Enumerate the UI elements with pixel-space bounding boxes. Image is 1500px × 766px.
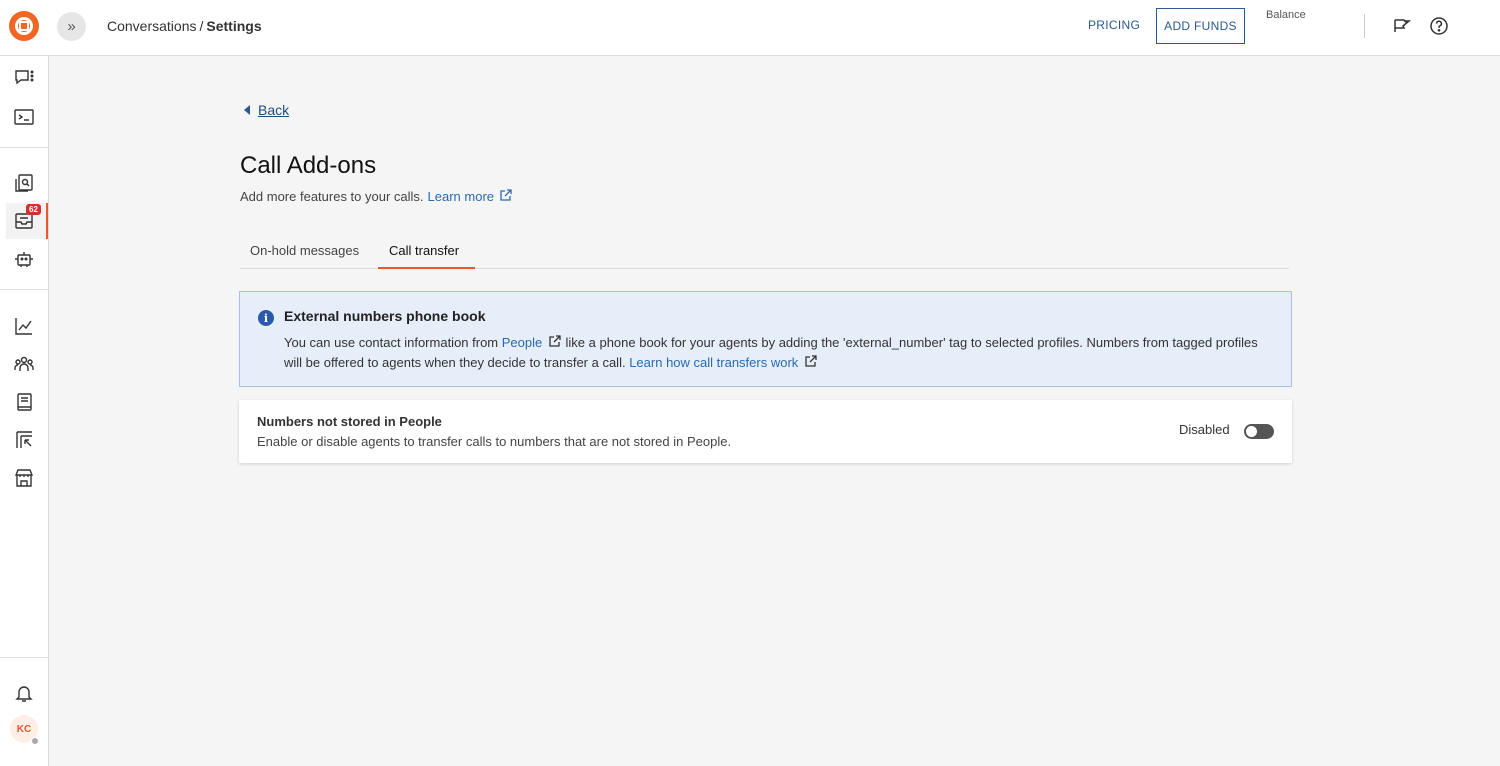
logo[interactable]	[9, 11, 39, 41]
external-link-icon[interactable]	[804, 354, 818, 373]
conversations-icon[interactable]	[12, 66, 36, 90]
store-icon[interactable]	[12, 466, 36, 490]
setting-toggle[interactable]	[1244, 424, 1274, 439]
inbox-badge: 62	[26, 204, 41, 215]
expand-sidebar-button[interactable]: »	[57, 12, 86, 41]
announcements-icon[interactable]	[1392, 16, 1412, 36]
info-banner: i External numbers phone book You can us…	[239, 291, 1292, 387]
breadcrumb-current: Settings	[206, 18, 262, 34]
analytics-icon[interactable]	[12, 314, 36, 338]
breadcrumb-parent[interactable]: Conversations	[107, 18, 197, 34]
external-link-icon[interactable]	[548, 334, 562, 353]
page-title: Call Add-ons	[240, 152, 377, 179]
divider	[1364, 14, 1365, 38]
tab-call-transfer[interactable]: Call transfer	[378, 239, 475, 269]
info-title: External numbers phone book	[284, 308, 486, 324]
setting-status: Disabled	[1179, 422, 1230, 437]
page-subtitle: Add more features to your calls. Learn m…	[240, 188, 513, 205]
tab-bar: On-hold messages Call transfer	[240, 239, 1289, 269]
top-bar: » Conversations / Settings PRICING ADD FUN…	[0, 0, 1500, 56]
info-icon: i	[258, 310, 274, 326]
info-text: You can use contact information from Peo…	[284, 333, 1274, 373]
sidebar: 62 KC	[0, 56, 49, 766]
breadcrumb: Conversations / Settings	[107, 18, 262, 34]
external-link-icon[interactable]	[499, 188, 513, 205]
subtitle-text: Add more features to your calls.	[240, 189, 424, 204]
tab-call-transfer-label: Call transfer	[389, 243, 460, 258]
setting-card: Numbers not stored in People Enable or d…	[239, 400, 1292, 463]
search-docs-icon[interactable]	[12, 171, 36, 195]
setting-description: Enable or disable agents to transfer cal…	[257, 434, 732, 449]
learn-call-transfers-link[interactable]: Learn how call transfers work	[629, 355, 798, 370]
back-link[interactable]: Back	[244, 102, 289, 118]
exports-icon[interactable]	[12, 428, 36, 452]
toggle-knob	[1246, 426, 1257, 437]
add-funds-button[interactable]: ADD FUNDS	[1156, 8, 1245, 44]
back-label: Back	[258, 102, 290, 118]
help-icon[interactable]	[1429, 16, 1449, 36]
pricing-link[interactable]: PRICING	[1088, 18, 1140, 32]
learn-more-link[interactable]: Learn more	[428, 189, 494, 204]
people-icon[interactable]	[12, 352, 36, 376]
bell-icon[interactable]	[12, 681, 36, 705]
balance-label: Balance	[1266, 9, 1306, 21]
breadcrumb-separator: /	[199, 18, 204, 34]
people-link[interactable]: People	[502, 335, 542, 350]
tab-on-hold-messages[interactable]: On-hold messages	[250, 243, 359, 258]
double-chevron-right-icon: »	[67, 18, 76, 35]
bot-icon[interactable]	[12, 247, 36, 271]
setting-title: Numbers not stored in People	[257, 414, 442, 429]
terminal-icon[interactable]	[12, 105, 36, 129]
book-icon[interactable]	[12, 390, 36, 414]
status-dot	[31, 737, 39, 745]
info-text-part1: You can use contact information from	[284, 335, 499, 350]
caret-left-icon	[244, 105, 250, 115]
